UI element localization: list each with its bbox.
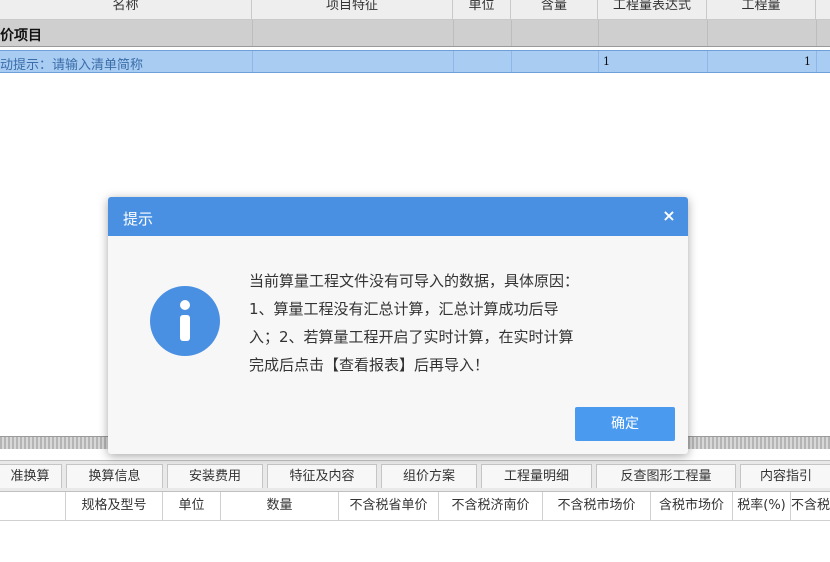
info-icon [150,286,220,356]
col-header-quantity[interactable]: 工程量 [707,0,816,19]
column-divider [816,51,817,72]
section-row[interactable]: 价项目 [0,20,830,47]
column-divider [707,20,708,46]
row-expression-cell[interactable]: 1 [603,55,610,68]
col-header-tax-rate[interactable]: 税率(%) [733,492,791,520]
bottom-tabbar: 准换算 换算信息 安装费用 特征及内容 组价方案 工程量明细 反查图形工程量 内… [0,460,830,492]
tab-quantity-detail[interactable]: 工程量明细 [481,464,592,488]
col-header-market-price[interactable]: 不含税市场价 [543,492,651,520]
tab-conversion-info[interactable]: 换算信息 [66,464,163,488]
column-divider [252,51,253,72]
tab-features-content[interactable]: 特征及内容 [267,464,377,488]
column-divider [816,20,817,46]
tab-pricing-scheme[interactable]: 组价方案 [381,464,477,488]
col-header-content[interactable]: 含量 [511,0,598,19]
row-quantity-cell[interactable]: 1 [804,55,811,68]
col-header-unit[interactable]: 单位 [453,0,511,19]
column-divider [598,20,599,46]
column-divider [707,51,708,72]
dialog-title: 提示 [123,210,154,228]
dialog-titlebar[interactable]: 提示 × [108,197,688,236]
message-line: 1、算量工程没有汇总计算，汇总计算成功后导 [249,300,559,318]
column-divider [598,51,599,72]
grid-header: 名称 项目特征 单位 含量 工程量表达式 工程量 [0,0,830,20]
col-header-tax-market-price[interactable]: 含税市场价 [651,492,733,520]
column-divider [252,20,253,46]
col-header-feature[interactable]: 项目特征 [252,0,453,19]
tab-install-fee[interactable]: 安装费用 [167,464,263,488]
col-header-expression[interactable]: 工程量表达式 [598,0,707,19]
col-header-name[interactable]: 名称 [0,0,252,19]
col-header-amount[interactable]: 数量 [221,492,339,520]
col-header-jinan-price[interactable]: 不含税济南价 [439,492,543,520]
col-header-province-price[interactable]: 不含税省单价 [339,492,439,520]
close-icon[interactable]: × [658,205,680,227]
column-divider [511,51,512,72]
ok-button[interactable]: 确定 [575,407,675,441]
column-divider [453,51,454,72]
message-line: 当前算量工程文件没有可导入的数据，具体原因： [249,272,580,290]
row-name-hint[interactable]: 动提示：请输入清单简称 [0,54,143,73]
dialog-message: 当前算量工程文件没有可导入的数据，具体原因： 1、算量工程没有汇总计算，汇总计算… [249,267,649,379]
col-header-blank [0,492,66,520]
input-row[interactable]: 动提示：请输入清单简称 1 1 [0,50,830,73]
col-header-spec[interactable]: 规格及型号 [66,492,163,520]
column-divider [453,20,454,46]
col-header-unit[interactable]: 单位 [163,492,221,520]
col-header-no-tax[interactable]: 不含税 [791,492,830,520]
section-title: 价项目 [0,28,42,44]
tab-content-guide[interactable]: 内容指引 [740,464,830,488]
prompt-dialog: 提示 × 当前算量工程文件没有可导入的数据，具体原因： 1、算量工程没有汇总计算… [108,197,688,454]
message-line: 入；2、若算量工程开启了实时计算，在实时计算 [249,328,574,346]
message-line: 完成后点击【查看报表】后再导入！ [249,356,490,374]
tab-standard-conversion[interactable]: 准换算 [0,464,62,488]
material-grid-header: 规格及型号 单位 数量 不含税省单价 不含税济南价 不含税市场价 含税市场价 税… [0,492,830,521]
tab-reverse-lookup[interactable]: 反查图形工程量 [596,464,736,488]
column-divider [511,20,512,46]
